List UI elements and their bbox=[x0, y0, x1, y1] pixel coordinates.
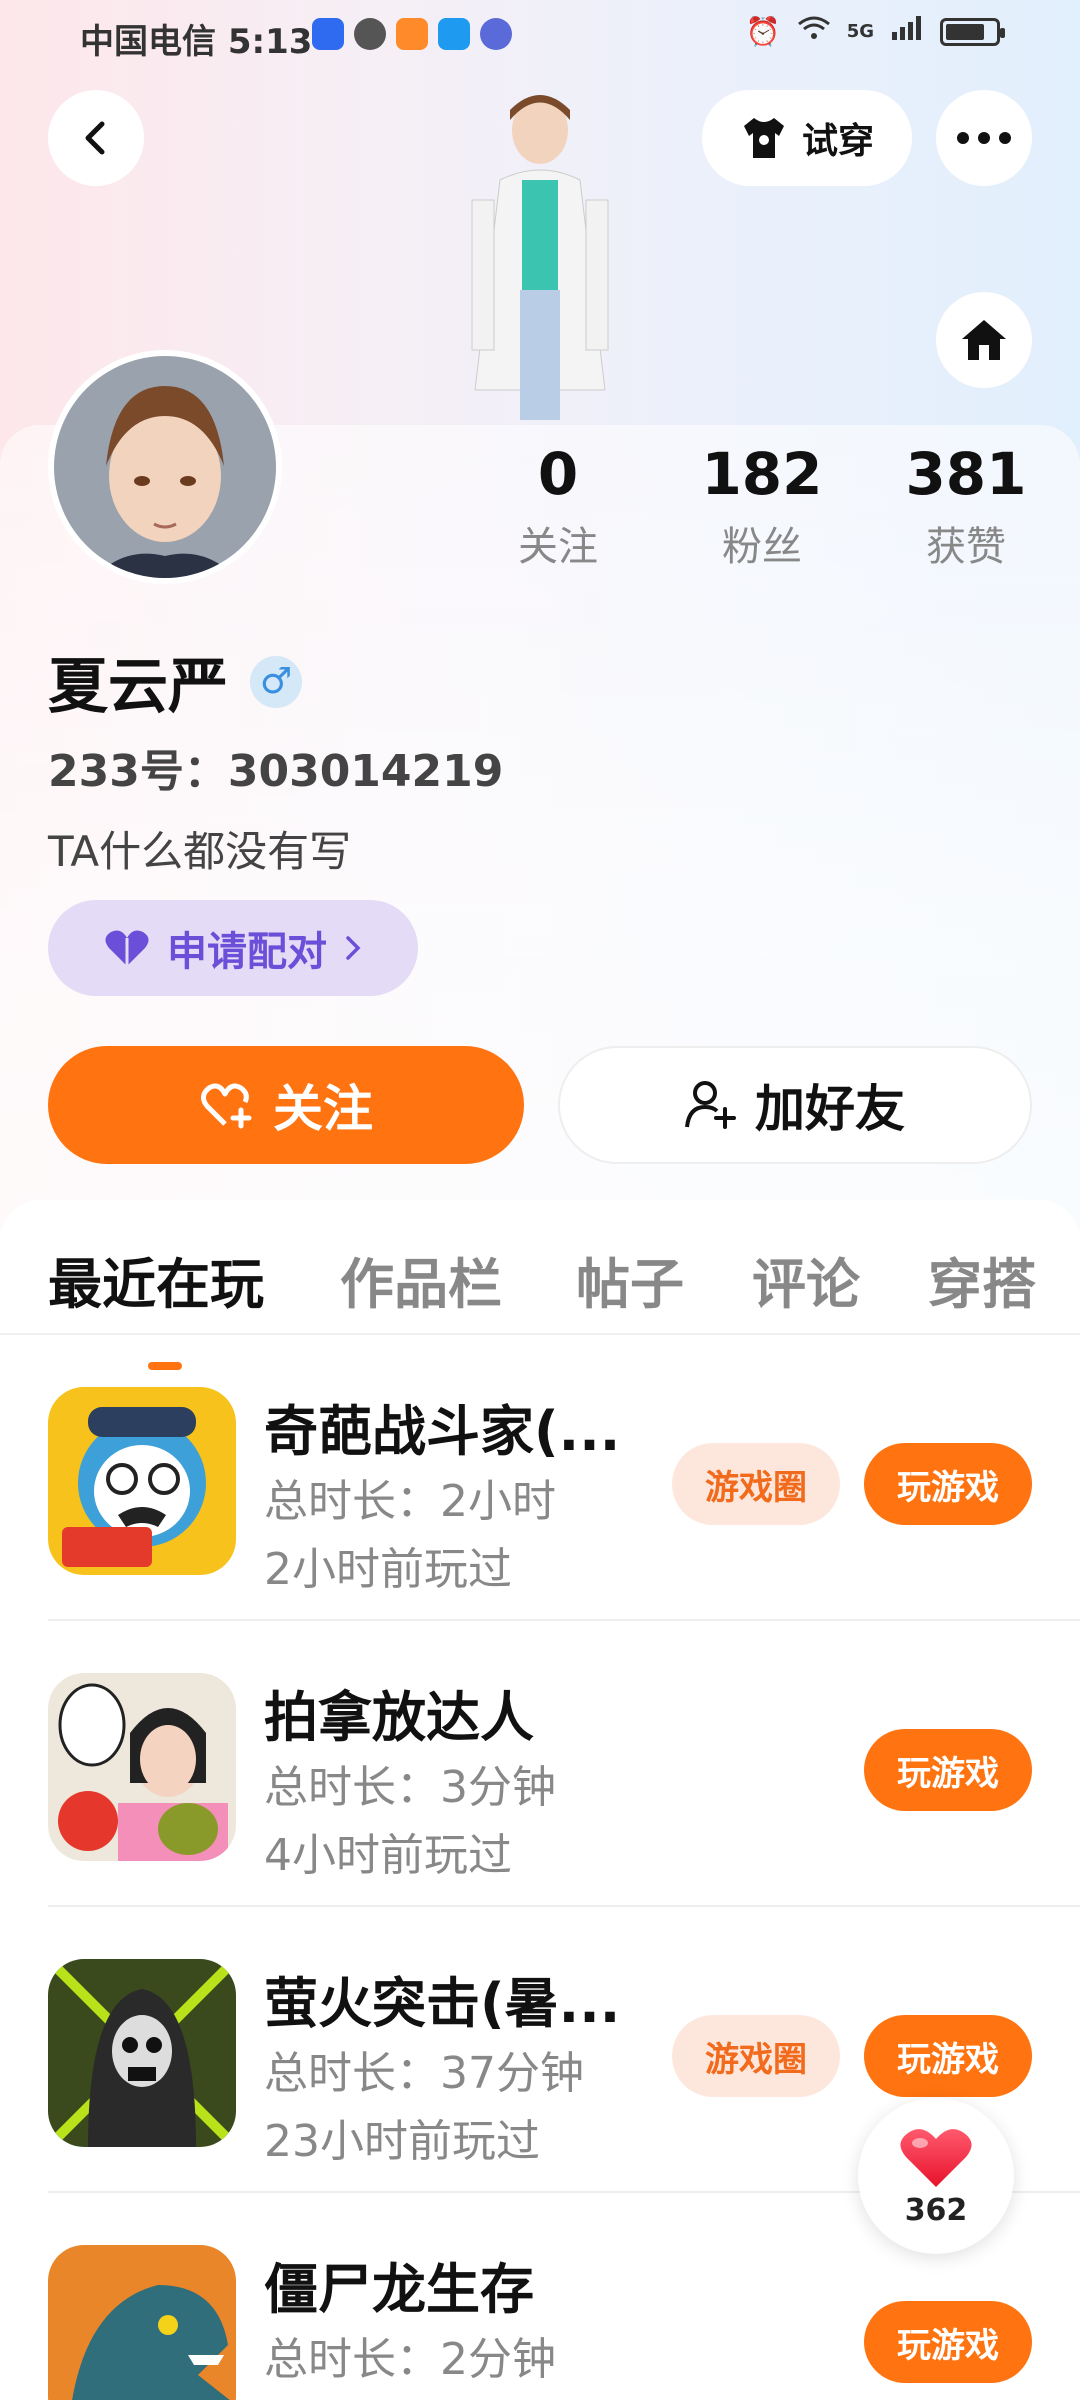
game-total-time: 总时长：3分钟 bbox=[264, 1762, 556, 1813]
game-circle-button[interactable]: 游戏圈 bbox=[672, 1443, 840, 1525]
fighter-game-icon[interactable] bbox=[48, 1387, 236, 1575]
game-last-played: 2小时前玩过 bbox=[264, 1544, 512, 1595]
tab-recent-play[interactable]: 最近在玩 bbox=[48, 1240, 264, 1319]
stat-following-label: 关注 bbox=[518, 524, 598, 570]
more-button[interactable] bbox=[936, 90, 1032, 186]
notification-icons bbox=[312, 18, 512, 50]
avatar-figure bbox=[430, 90, 650, 430]
heart-icon bbox=[900, 2128, 972, 2187]
apply-pair-label: 申请配对 bbox=[167, 929, 327, 975]
stat-fans[interactable]: 182 粉丝 bbox=[662, 440, 862, 572]
tab-bar: 最近在玩 作品栏 帖子 评论 穿搭 bbox=[0, 1240, 1080, 1370]
bio-text: TA什么都没有写 bbox=[48, 827, 352, 876]
cloud-notification-icon bbox=[438, 18, 470, 50]
game-title: 僵尸龙生存 bbox=[264, 2258, 534, 2321]
heart-pair-icon bbox=[105, 930, 149, 966]
follow-button[interactable]: 关注 bbox=[48, 1046, 524, 1164]
heart-plus-icon bbox=[201, 1083, 252, 1129]
game-last-played: 4小时前玩过 bbox=[264, 1830, 512, 1881]
add-friend-label: 加好友 bbox=[755, 1080, 905, 1138]
game-title: 拍拿放达人 bbox=[264, 1686, 534, 1749]
game-total-time: 总时长：2小时 bbox=[264, 1476, 556, 1527]
apply-pair-button[interactable]: 申请配对 bbox=[48, 900, 418, 996]
tab-posts[interactable]: 帖子 bbox=[576, 1240, 684, 1319]
tab-outfits[interactable]: 穿搭 bbox=[928, 1240, 1036, 1319]
stat-likes-value: 381 bbox=[905, 440, 1027, 508]
like-button[interactable]: 362 bbox=[858, 2098, 1014, 2254]
back-button[interactable] bbox=[48, 90, 144, 186]
battery-icon bbox=[940, 17, 1005, 46]
game-circle-button[interactable]: 游戏圈 bbox=[672, 2015, 840, 2097]
game-row[interactable]: 奇葩战斗家(... 总时长：2小时 2小时前玩过 游戏圈 玩游戏 bbox=[0, 1335, 1080, 1621]
play-game-button[interactable]: 玩游戏 bbox=[864, 2015, 1032, 2097]
music-notification-icon bbox=[480, 18, 512, 50]
chevron-right-icon bbox=[346, 936, 361, 960]
chevron-left-icon bbox=[85, 121, 105, 155]
male-icon: ♂ bbox=[250, 655, 302, 708]
bulb-notification-icon bbox=[312, 18, 344, 50]
follow-label: 关注 bbox=[273, 1080, 373, 1138]
game-total-time: 总时长：37分钟 bbox=[264, 2048, 584, 2099]
play-game-button[interactable]: 玩游戏 bbox=[864, 1443, 1032, 1525]
home-button[interactable] bbox=[936, 292, 1032, 388]
play-game-button[interactable]: 玩游戏 bbox=[864, 1729, 1032, 1811]
tab-works[interactable]: 作品栏 bbox=[340, 1240, 502, 1319]
stat-likes-label: 获赞 bbox=[926, 524, 1006, 570]
profile-name-row: 夏云严 ♂ bbox=[48, 638, 302, 725]
more-dots-icon bbox=[957, 132, 1011, 144]
game-row[interactable]: 拍拿放达人 总时长：3分钟 4小时前玩过 玩游戏 bbox=[0, 1621, 1080, 1907]
profile-name: 夏云严 bbox=[48, 652, 228, 722]
tab-comments[interactable]: 评论 bbox=[752, 1240, 860, 1319]
home-icon bbox=[962, 320, 1006, 360]
stat-fans-label: 粉丝 bbox=[722, 524, 802, 570]
zombie-dragon-game-icon[interactable] bbox=[48, 2245, 236, 2400]
stat-likes[interactable]: 381 获赞 bbox=[866, 440, 1066, 572]
try-on-label: 试穿 bbox=[801, 121, 874, 162]
status-bar: 中国电信 5:13 ⏰ 5G bbox=[0, 0, 1080, 72]
play-game-button[interactable]: 玩游戏 bbox=[864, 2301, 1032, 2383]
user-id: 233号：303014219 bbox=[48, 746, 504, 797]
game-total-time: 总时长：2分钟 bbox=[264, 2334, 556, 2385]
network-type-label: 5G bbox=[846, 21, 874, 42]
stat-following[interactable]: 0 关注 bbox=[458, 440, 658, 572]
system-icons: ⏰ 5G bbox=[745, 14, 1005, 49]
add-user-icon bbox=[685, 1081, 736, 1129]
wifi-icon bbox=[797, 14, 831, 49]
pickup-game-icon[interactable] bbox=[48, 1673, 236, 1861]
game-last-played: 23小时前玩过 bbox=[264, 2116, 540, 2167]
chat-notification-icon bbox=[354, 18, 386, 50]
video-notification-icon bbox=[396, 18, 428, 50]
stat-following-value: 0 bbox=[537, 440, 579, 508]
game-title: 奇葩战斗家(... bbox=[264, 1400, 621, 1463]
like-count: 362 bbox=[904, 2192, 968, 2228]
firefly-game-icon[interactable] bbox=[48, 1959, 236, 2147]
stat-fans-value: 182 bbox=[701, 440, 823, 508]
add-friend-button[interactable]: 加好友 bbox=[558, 1046, 1032, 1164]
signal-icon bbox=[890, 14, 924, 49]
try-on-button[interactable]: 试穿 bbox=[702, 90, 912, 186]
tshirt-icon bbox=[743, 118, 784, 158]
avatar[interactable] bbox=[48, 350, 282, 584]
carrier-time: 中国电信 5:13 bbox=[80, 22, 313, 62]
alarm-icon: ⏰ bbox=[745, 15, 781, 48]
game-title: 萤火突击(暑... bbox=[264, 1972, 621, 2035]
